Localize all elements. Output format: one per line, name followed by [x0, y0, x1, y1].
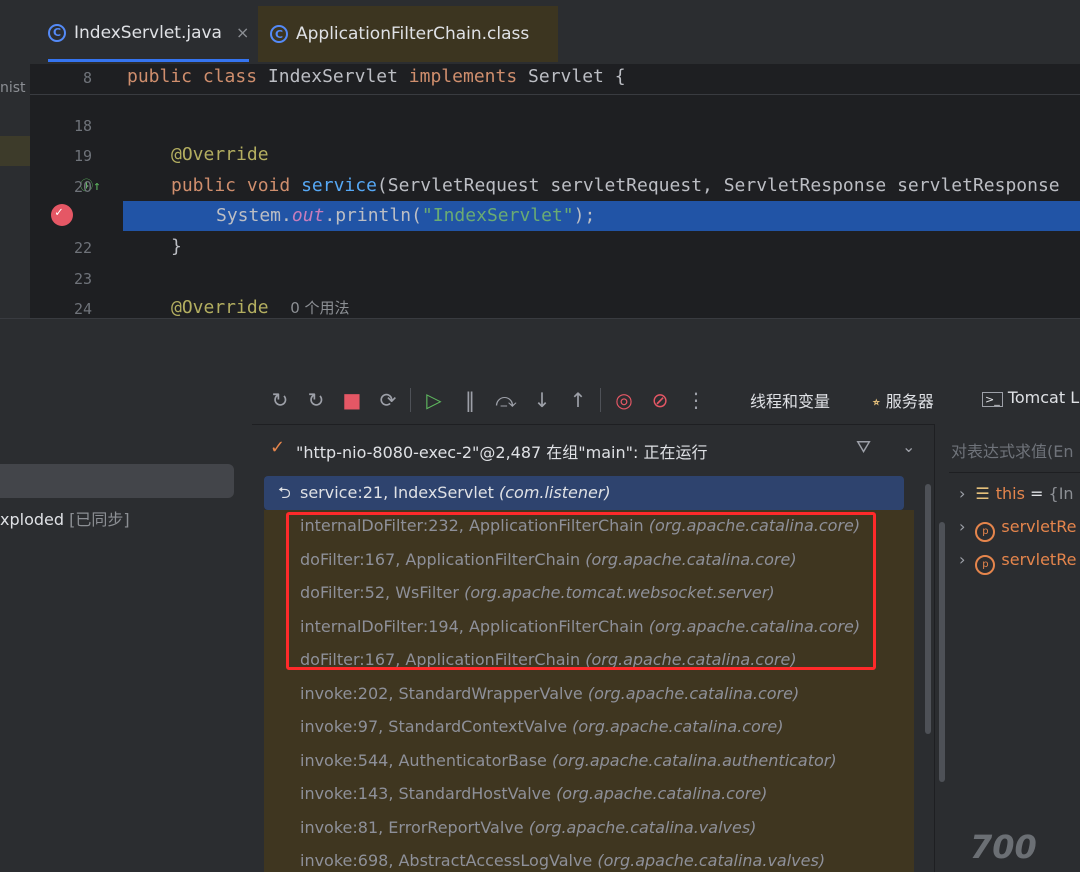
- project-panel: xploded [已同步]: [0, 376, 253, 872]
- tab-label: ApplicationFilterChain.class: [296, 24, 530, 44]
- variables-scrollbar[interactable]: [935, 472, 949, 872]
- frame-package: (org.apache.catalina.core): [556, 784, 768, 803]
- panel-divider: [0, 318, 1080, 377]
- mute-breakpoints-icon[interactable]: ⊘: [648, 388, 672, 412]
- console-icon: >_: [982, 392, 1003, 407]
- debug-toolbar: ↻ ↻ ■ ⟳ ▷ ‖ ⤼ ↓ ↑ ◎ ⊘ ⋮ 线程和变量 ⭒ 服务器 >_ T…: [252, 376, 1080, 428]
- close-icon[interactable]: ×: [236, 23, 249, 42]
- current-frame[interactable]: ⮌ service:21, IndexServlet (com.listener…: [264, 476, 904, 510]
- tab-tomcat-log[interactable]: >_ Tomcat L: [982, 388, 1079, 407]
- more-icon[interactable]: ⋮: [684, 388, 708, 412]
- frame-package: (org.apache.catalina.authenticator): [551, 750, 837, 770]
- step-into-icon[interactable]: ↓: [530, 388, 554, 412]
- sticky-code: public class IndexServlet implements Ser…: [127, 66, 626, 87]
- code-line-20: public void service(ServletRequest servl…: [171, 175, 1060, 196]
- frames-list[interactable]: ⮌ service:21, IndexServlet (com.listener…: [252, 472, 934, 872]
- evaluate-expression-input[interactable]: 对表达式求值(En: [951, 438, 1074, 462]
- variables-panel: 对表达式求值(En › ☰ this = {In › p servletRe › p ser…: [934, 424, 1080, 872]
- project-name-stub: nist: [0, 80, 26, 96]
- thread-label: "http-nio-8080-exec-2"@2,487 在组"main": 正…: [296, 443, 708, 462]
- frame-method: invoke:81, ErrorReportValve: [300, 817, 524, 837]
- editor-tab-bar: C IndexServlet.java × C ApplicationFilte…: [30, 0, 1080, 65]
- line-number: 23: [73, 270, 92, 288]
- server-icon: ⭒: [872, 392, 881, 411]
- line-number: 18: [73, 117, 92, 135]
- chevron-down-icon[interactable]: ⌄: [902, 437, 915, 456]
- filter-icon[interactable]: ⛛: [856, 437, 871, 458]
- frame-package: (org.apache.catalina.valves): [597, 851, 826, 870]
- tab-indexservlet[interactable]: C IndexServlet.java ×: [48, 6, 250, 62]
- step-over-icon[interactable]: ⤼: [494, 388, 518, 412]
- frame-row[interactable]: invoke:143, StandardHostValve (org.apach…: [300, 784, 767, 803]
- chevron-right-icon[interactable]: ›: [959, 517, 965, 536]
- frame-method: invoke:544, AuthenticatorBase: [300, 750, 547, 770]
- frame-package: (com.listener): [498, 483, 611, 502]
- sync-status: [已同步]: [69, 510, 130, 529]
- usage-hint[interactable]: 0 个用法: [290, 299, 349, 317]
- line-number: 20: [73, 178, 92, 196]
- frame-method: invoke:202, StandardWrapperValve: [300, 683, 583, 703]
- frame-row[interactable]: invoke:544, AuthenticatorBase (org.apach…: [300, 751, 837, 770]
- step-out-icon[interactable]: ↑: [566, 388, 590, 412]
- frames-scrollbar[interactable]: [922, 472, 934, 872]
- chevron-right-icon[interactable]: ›: [959, 484, 965, 503]
- highlight-annotation-box: [286, 512, 876, 670]
- restore-icon[interactable]: ⟳: [376, 388, 400, 412]
- tab-servers[interactable]: ⭒ 服务器: [872, 388, 934, 412]
- frame-package: (org.apache.catalina.core): [587, 683, 800, 703]
- frame-package: (org.apache.catalina.core): [572, 717, 784, 736]
- chevron-right-icon[interactable]: ›: [959, 550, 965, 569]
- thread-selector[interactable]: ✓ "http-nio-8080-exec-2"@2,487 在组"main":…: [252, 424, 934, 473]
- return-icon: ⮌: [278, 483, 291, 502]
- frame-method: service:21, IndexServlet: [300, 483, 494, 502]
- code-line-24: @Override 0 个用法: [171, 297, 350, 318]
- pause-icon[interactable]: ‖: [458, 388, 482, 412]
- line-number: 8: [82, 69, 92, 87]
- tab-label: IndexServlet.java: [74, 22, 222, 43]
- tab-label: Tomcat L: [1007, 388, 1080, 407]
- artifact-label: xploded: [0, 510, 65, 529]
- variable-row-this[interactable]: › ☰ this = {In: [959, 484, 1074, 503]
- breakpoint-icon[interactable]: ✓: [51, 204, 73, 226]
- view-breakpoints-icon[interactable]: ◎: [612, 388, 636, 412]
- frame-row[interactable]: invoke:81, ErrorReportValve (org.apache.…: [300, 818, 756, 837]
- selected-marker: [0, 136, 30, 166]
- variable-row-param[interactable]: › p servletRe: [959, 550, 1076, 575]
- line-number: 19: [73, 147, 92, 165]
- stop-icon[interactable]: ■: [340, 388, 364, 412]
- code-line-22: }: [171, 236, 182, 257]
- frame-row[interactable]: invoke:202, StandardWrapperValve (org.ap…: [300, 684, 799, 703]
- frame-package: (org.apache.catalina.valves): [528, 817, 757, 837]
- artifact-item[interactable]: xploded [已同步]: [0, 506, 130, 530]
- tab-applicationfilterchain[interactable]: C ApplicationFilterChain.class: [270, 6, 529, 62]
- field-lines-icon: ☰: [975, 484, 990, 503]
- variable-row-param[interactable]: › p servletRe: [959, 517, 1076, 542]
- code-editor[interactable]: ✓ Ⓘ↑ 18 19 20 22 23 24 @Override public …: [30, 64, 1080, 318]
- param-icon: p: [975, 554, 996, 575]
- frame-method: invoke:698, AbstractAccessLogValve: [300, 851, 593, 870]
- annotation-text: @Override: [171, 297, 269, 318]
- watermark-logo: 700: [970, 828, 1037, 866]
- code-line-21: System.out.println("IndexServlet");: [216, 205, 596, 226]
- check-icon: ✓: [270, 437, 286, 458]
- param-icon: p: [975, 521, 996, 542]
- line-number: 22: [73, 239, 92, 257]
- tab-threads-variables[interactable]: 线程和变量: [750, 388, 831, 428]
- frame-row[interactable]: invoke:97, StandardContextValve (org.apa…: [300, 717, 783, 736]
- selected-tree-row[interactable]: [0, 464, 234, 498]
- frame-method: invoke:97, StandardContextValve: [300, 717, 568, 736]
- left-tool-strip: nist: [0, 0, 30, 318]
- rerun-modified-icon[interactable]: ↻: [304, 388, 328, 412]
- frame-row[interactable]: invoke:698, AbstractAccessLogValve (org.…: [300, 851, 825, 870]
- tab-label: 服务器: [885, 392, 934, 411]
- resume-icon[interactable]: ▷: [422, 388, 446, 412]
- sticky-header[interactable]: 8 public class IndexServlet implements S…: [30, 64, 1080, 95]
- rerun-icon[interactable]: ↻: [268, 388, 292, 412]
- line-number: 24: [73, 300, 92, 318]
- class-icon: C: [48, 23, 66, 42]
- code-line-19: @Override: [171, 144, 269, 165]
- class-file-icon: C: [270, 25, 288, 43]
- frame-method: invoke:143, StandardHostValve: [300, 784, 551, 803]
